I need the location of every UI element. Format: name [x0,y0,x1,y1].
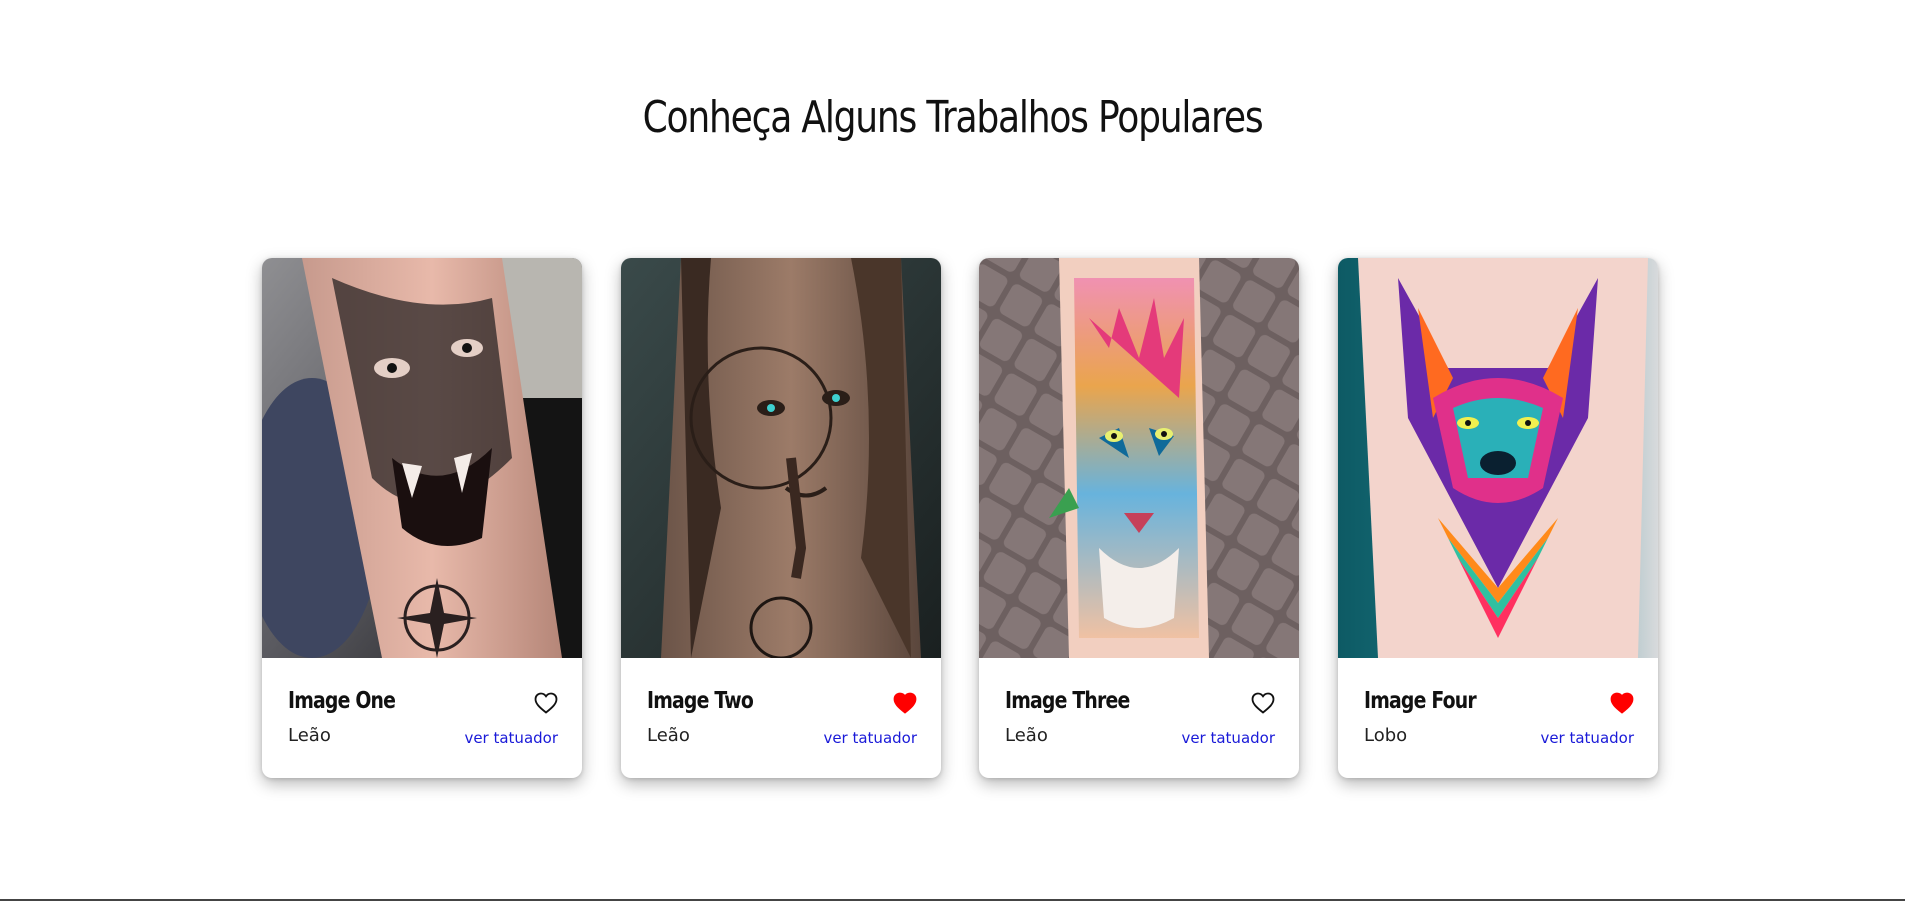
view-artist-link[interactable]: ver tatuador [464,729,558,747]
card-title: Image Two [647,688,754,714]
tiger-tattoo-image[interactable] [262,258,582,658]
card-subtitle: Leão [288,725,331,746]
view-artist-link[interactable]: ver tatuador [1181,729,1275,747]
work-card[interactable]: Image One Leão ver tatuador [262,258,582,778]
heart-icon[interactable] [1610,692,1634,714]
view-artist-link[interactable]: ver tatuador [1540,729,1634,747]
work-card[interactable]: Image Two Leão ver tatuador [621,258,941,778]
colorful-lion-tattoo-image[interactable] [979,258,1299,658]
woman-clock-tattoo-image[interactable] [621,258,941,658]
card-title: Image One [288,688,396,714]
card-title: Image Three [1005,688,1130,714]
card-subtitle: Leão [647,725,690,746]
card-subtitle: Leão [1005,725,1048,746]
card-body: Image One Leão ver tatuador [262,658,582,778]
heart-icon[interactable] [893,692,917,714]
popular-works-gallery: Image One Leão ver tatuador Image Two Le… [262,258,1660,778]
card-title: Image Four [1364,688,1477,714]
work-card[interactable]: Image Three Leão ver tatuador [979,258,1299,778]
colorful-wolf-tattoo-image[interactable] [1338,258,1658,658]
heart-icon[interactable] [1251,692,1275,714]
section-title: Conheça Alguns Trabalhos Populares [642,92,1264,143]
card-body: Image Two Leão ver tatuador [621,658,941,778]
card-body: Image Three Leão ver tatuador [979,658,1299,778]
heart-icon[interactable] [534,692,558,714]
view-artist-link[interactable]: ver tatuador [823,729,917,747]
card-subtitle: Lobo [1364,725,1408,746]
work-card[interactable]: Image Four Lobo ver tatuador [1338,258,1658,778]
card-body: Image Four Lobo ver tatuador [1338,658,1658,778]
